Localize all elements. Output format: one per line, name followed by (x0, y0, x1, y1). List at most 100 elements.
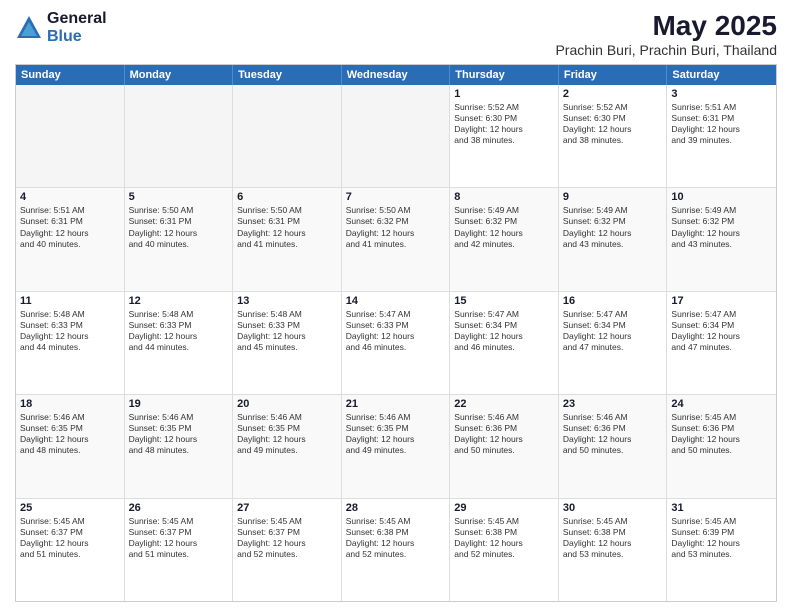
day-info: Sunrise: 5:50 AM Sunset: 6:32 PM Dayligh… (346, 205, 446, 249)
day-cell: 21Sunrise: 5:46 AM Sunset: 6:35 PM Dayli… (342, 395, 451, 497)
day-cell (342, 85, 451, 187)
day-info: Sunrise: 5:46 AM Sunset: 6:35 PM Dayligh… (237, 412, 337, 456)
day-info: Sunrise: 5:52 AM Sunset: 6:30 PM Dayligh… (454, 102, 554, 146)
day-info: Sunrise: 5:51 AM Sunset: 6:31 PM Dayligh… (20, 205, 120, 249)
day-cell: 11 Sunrise: 5:48 AM Sunset: 6:33 PM Dayli… (16, 292, 125, 394)
day-cell: 24 Sunrise: 5:45 AM Sunset: 6:36 PM Dayli… (667, 395, 776, 497)
day-cell: 1 Sunrise: 5:52 AM Sunset: 6:30 PM Daylig… (450, 85, 559, 187)
day-cell: 9 Sunrise: 5:49 AM Sunset: 6:32 PM Daylig… (559, 188, 668, 290)
day-info: Sunrise: 5:47 AM Sunset: 6:34 PM Dayligh… (671, 309, 772, 353)
day-number: 30 (563, 502, 663, 514)
day-number: 27 (237, 502, 337, 514)
day-number: 12 (129, 295, 229, 307)
calendar-body: 1 Sunrise: 5:52 AM Sunset: 6:30 PM Daylig… (16, 85, 776, 601)
day-number: 18 (20, 398, 120, 410)
day-info: Sunrise: 5:46 AM Sunset: 6:35 PM Dayligh… (20, 412, 120, 456)
day-number: 23 (563, 398, 663, 410)
title-block: May 2025 Prachin Buri, Prachin Buri, Tha… (555, 10, 777, 58)
day-info: Sunrise: 5:46 AM Sunset: 6:36 PM Dayligh… (454, 412, 554, 456)
day-cell: 28 Sunrise: 5:45 AM Sunset: 6:38 PM Dayli… (342, 499, 451, 601)
calendar: Sunday Monday Tuesday Wednesday Thursday… (15, 64, 777, 602)
day-info: Sunrise: 5:45 AM Sunset: 6:38 PM Dayligh… (454, 516, 554, 560)
day-cell: 14Sunrise: 5:47 AM Sunset: 6:33 PM Dayli… (342, 292, 451, 394)
day-info: Sunrise: 5:45 AM Sunset: 6:37 PM Dayligh… (20, 516, 120, 560)
day-cell: 16Sunrise: 5:47 AM Sunset: 6:34 PM Dayli… (559, 292, 668, 394)
day-number: 3 (671, 88, 772, 100)
day-cell: 12Sunrise: 5:48 AM Sunset: 6:33 PM Dayli… (125, 292, 234, 394)
day-cell: 4 Sunrise: 5:51 AM Sunset: 6:31 PM Daylig… (16, 188, 125, 290)
day-cell (125, 85, 234, 187)
day-info: Sunrise: 5:49 AM Sunset: 6:32 PM Dayligh… (454, 205, 554, 249)
day-cell: 13Sunrise: 5:48 AM Sunset: 6:33 PM Dayli… (233, 292, 342, 394)
day-info: Sunrise: 5:45 AM Sunset: 6:38 PM Dayligh… (563, 516, 663, 560)
day-cell: 17Sunrise: 5:47 AM Sunset: 6:34 PM Dayli… (667, 292, 776, 394)
day-number: 25 (20, 502, 120, 514)
day-info: Sunrise: 5:50 AM Sunset: 6:31 PM Dayligh… (237, 205, 337, 249)
day-info: Sunrise: 5:45 AM Sunset: 6:39 PM Dayligh… (671, 516, 772, 560)
day-number: 29 (454, 502, 554, 514)
day-cell: 18 Sunrise: 5:46 AM Sunset: 6:35 PM Dayli… (16, 395, 125, 497)
day-cell: 6 Sunrise: 5:50 AM Sunset: 6:31 PM Daylig… (233, 188, 342, 290)
day-cell: 5Sunrise: 5:50 AM Sunset: 6:31 PM Daylig… (125, 188, 234, 290)
day-info: Sunrise: 5:45 AM Sunset: 6:37 PM Dayligh… (129, 516, 229, 560)
header-wednesday: Wednesday (342, 65, 451, 85)
week-row-2: 4 Sunrise: 5:51 AM Sunset: 6:31 PM Daylig… (16, 187, 776, 290)
header: General Blue May 2025 Prachin Buri, Prac… (15, 10, 777, 58)
week-row-3: 11 Sunrise: 5:48 AM Sunset: 6:33 PM Dayli… (16, 291, 776, 394)
day-number: 9 (563, 191, 663, 203)
day-number: 31 (671, 502, 772, 514)
day-number: 1 (454, 88, 554, 100)
day-cell: 25 Sunrise: 5:45 AM Sunset: 6:37 PM Dayli… (16, 499, 125, 601)
day-number: 15 (454, 295, 554, 307)
day-cell: 27 Sunrise: 5:45 AM Sunset: 6:37 PM Dayli… (233, 499, 342, 601)
day-number: 4 (20, 191, 120, 203)
day-cell: 19 Sunrise: 5:46 AM Sunset: 6:35 PM Dayli… (125, 395, 234, 497)
day-number: 22 (454, 398, 554, 410)
day-info: Sunrise: 5:46 AM Sunset: 6:35 PM Dayligh… (129, 412, 229, 456)
day-cell: 23 Sunrise: 5:46 AM Sunset: 6:36 PM Dayli… (559, 395, 668, 497)
page: General Blue May 2025 Prachin Buri, Prac… (0, 0, 792, 612)
header-tuesday: Tuesday (233, 65, 342, 85)
day-number: 8 (454, 191, 554, 203)
calendar-header: Sunday Monday Tuesday Wednesday Thursday… (16, 65, 776, 85)
day-cell: 3Sunrise: 5:51 AM Sunset: 6:31 PM Daylig… (667, 85, 776, 187)
header-sunday: Sunday (16, 65, 125, 85)
logo-blue: Blue (47, 28, 107, 46)
day-number: 26 (129, 502, 229, 514)
day-cell: 30 Sunrise: 5:45 AM Sunset: 6:38 PM Dayli… (559, 499, 668, 601)
day-info: Sunrise: 5:49 AM Sunset: 6:32 PM Dayligh… (671, 205, 772, 249)
week-row-1: 1 Sunrise: 5:52 AM Sunset: 6:30 PM Daylig… (16, 85, 776, 187)
day-info: Sunrise: 5:47 AM Sunset: 6:34 PM Dayligh… (563, 309, 663, 353)
day-info: Sunrise: 5:45 AM Sunset: 6:36 PM Dayligh… (671, 412, 772, 456)
day-cell: 29 Sunrise: 5:45 AM Sunset: 6:38 PM Dayli… (450, 499, 559, 601)
header-monday: Monday (125, 65, 234, 85)
week-row-5: 25 Sunrise: 5:45 AM Sunset: 6:37 PM Dayli… (16, 498, 776, 601)
day-info: Sunrise: 5:47 AM Sunset: 6:33 PM Dayligh… (346, 309, 446, 353)
day-cell (233, 85, 342, 187)
day-number: 24 (671, 398, 772, 410)
day-cell: 15Sunrise: 5:47 AM Sunset: 6:34 PM Dayli… (450, 292, 559, 394)
logo-text: General Blue (47, 10, 107, 45)
calendar-title: May 2025 (555, 10, 777, 42)
day-number: 28 (346, 502, 446, 514)
day-number: 7 (346, 191, 446, 203)
day-info: Sunrise: 5:49 AM Sunset: 6:32 PM Dayligh… (563, 205, 663, 249)
day-cell: 10 Sunrise: 5:49 AM Sunset: 6:32 PM Dayli… (667, 188, 776, 290)
day-cell: 31 Sunrise: 5:45 AM Sunset: 6:39 PM Dayli… (667, 499, 776, 601)
day-info: Sunrise: 5:48 AM Sunset: 6:33 PM Dayligh… (237, 309, 337, 353)
day-number: 19 (129, 398, 229, 410)
day-cell: 26 Sunrise: 5:45 AM Sunset: 6:37 PM Dayli… (125, 499, 234, 601)
calendar-subtitle: Prachin Buri, Prachin Buri, Thailand (555, 42, 777, 58)
week-row-4: 18 Sunrise: 5:46 AM Sunset: 6:35 PM Dayli… (16, 394, 776, 497)
day-cell: 2Sunrise: 5:52 AM Sunset: 6:30 PM Daylig… (559, 85, 668, 187)
day-info: Sunrise: 5:46 AM Sunset: 6:36 PM Dayligh… (563, 412, 663, 456)
logo: General Blue (15, 10, 107, 45)
day-number: 11 (20, 295, 120, 307)
day-info: Sunrise: 5:45 AM Sunset: 6:37 PM Dayligh… (237, 516, 337, 560)
day-number: 10 (671, 191, 772, 203)
day-number: 6 (237, 191, 337, 203)
header-thursday: Thursday (450, 65, 559, 85)
day-info: Sunrise: 5:45 AM Sunset: 6:38 PM Dayligh… (346, 516, 446, 560)
day-info: Sunrise: 5:52 AM Sunset: 6:30 PM Dayligh… (563, 102, 663, 146)
day-info: Sunrise: 5:48 AM Sunset: 6:33 PM Dayligh… (20, 309, 120, 353)
